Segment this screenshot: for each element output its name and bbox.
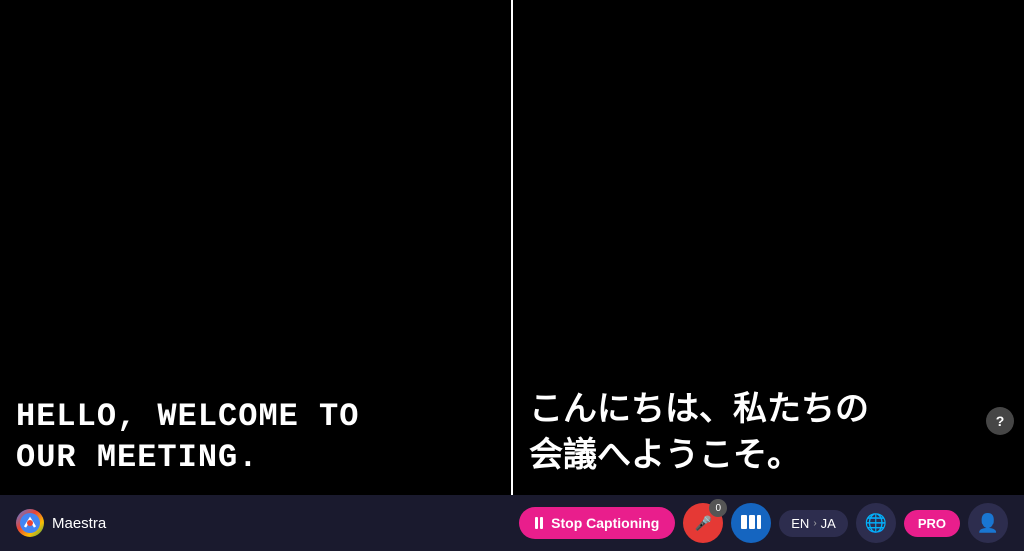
right-caption: こんにちは、私たちの会議へようこそ。 bbox=[529, 387, 869, 479]
toolbar: Stop Captioning 🎤 0 EN › JA 🌐 PRO bbox=[519, 503, 1008, 543]
mic-badge: 0 bbox=[709, 499, 727, 517]
help-button[interactable]: ? bbox=[986, 407, 1014, 435]
pro-label: PRO bbox=[918, 516, 946, 531]
stop-captioning-label: Stop Captioning bbox=[551, 515, 659, 531]
mic-icon: 🎤 bbox=[695, 515, 712, 532]
globe-icon: 🌐 bbox=[865, 513, 887, 534]
stop-captioning-button[interactable]: Stop Captioning bbox=[519, 507, 675, 539]
lang-from: EN bbox=[791, 516, 809, 531]
main-content: HELLO, WELCOME TOOUR MEETING. こんにちは、私たちの… bbox=[0, 0, 1024, 495]
avatar-button[interactable]: 👤 bbox=[968, 503, 1008, 543]
left-caption: HELLO, WELCOME TOOUR MEETING. bbox=[16, 396, 359, 479]
pause-icon bbox=[535, 517, 543, 529]
pro-button[interactable]: PRO bbox=[904, 510, 960, 537]
user-icon: 👤 bbox=[977, 513, 999, 534]
brand: Maestra bbox=[16, 509, 106, 537]
left-video-panel: HELLO, WELCOME TOOUR MEETING. bbox=[0, 0, 513, 495]
lang-arrow-icon: › bbox=[813, 518, 816, 529]
brand-logo bbox=[16, 509, 44, 537]
bottom-bar: Maestra Stop Captioning 🎤 0 EN bbox=[0, 495, 1024, 551]
brand-name: Maestra bbox=[52, 515, 106, 532]
caption-toggle-button[interactable] bbox=[731, 503, 771, 543]
globe-button[interactable]: 🌐 bbox=[856, 503, 896, 543]
language-selector-button[interactable]: EN › JA bbox=[779, 510, 848, 537]
right-video-panel: こんにちは、私たちの会議へようこそ。 ? bbox=[513, 0, 1024, 495]
lang-to: JA bbox=[821, 516, 836, 531]
caption-toggle-icon bbox=[741, 515, 761, 532]
mic-button[interactable]: 🎤 0 bbox=[683, 503, 723, 543]
